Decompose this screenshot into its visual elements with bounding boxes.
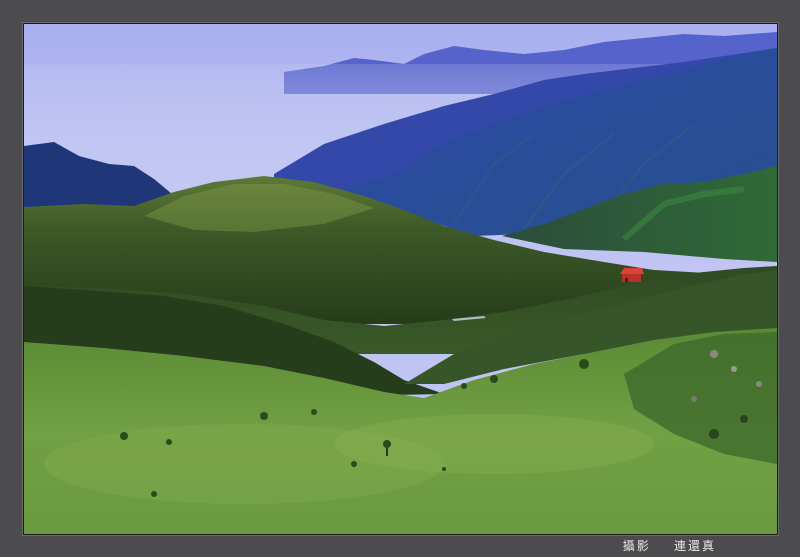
red-roof-hut [620, 268, 644, 282]
landscape-photo [23, 23, 778, 535]
photo-frame: 攝影 連還真 [0, 0, 800, 557]
credit-label: 攝影 [622, 539, 651, 553]
photo-credit: 攝影 連還真 [623, 537, 716, 554]
credit-author: 連還真 [673, 539, 716, 553]
landscape-image [24, 24, 777, 534]
